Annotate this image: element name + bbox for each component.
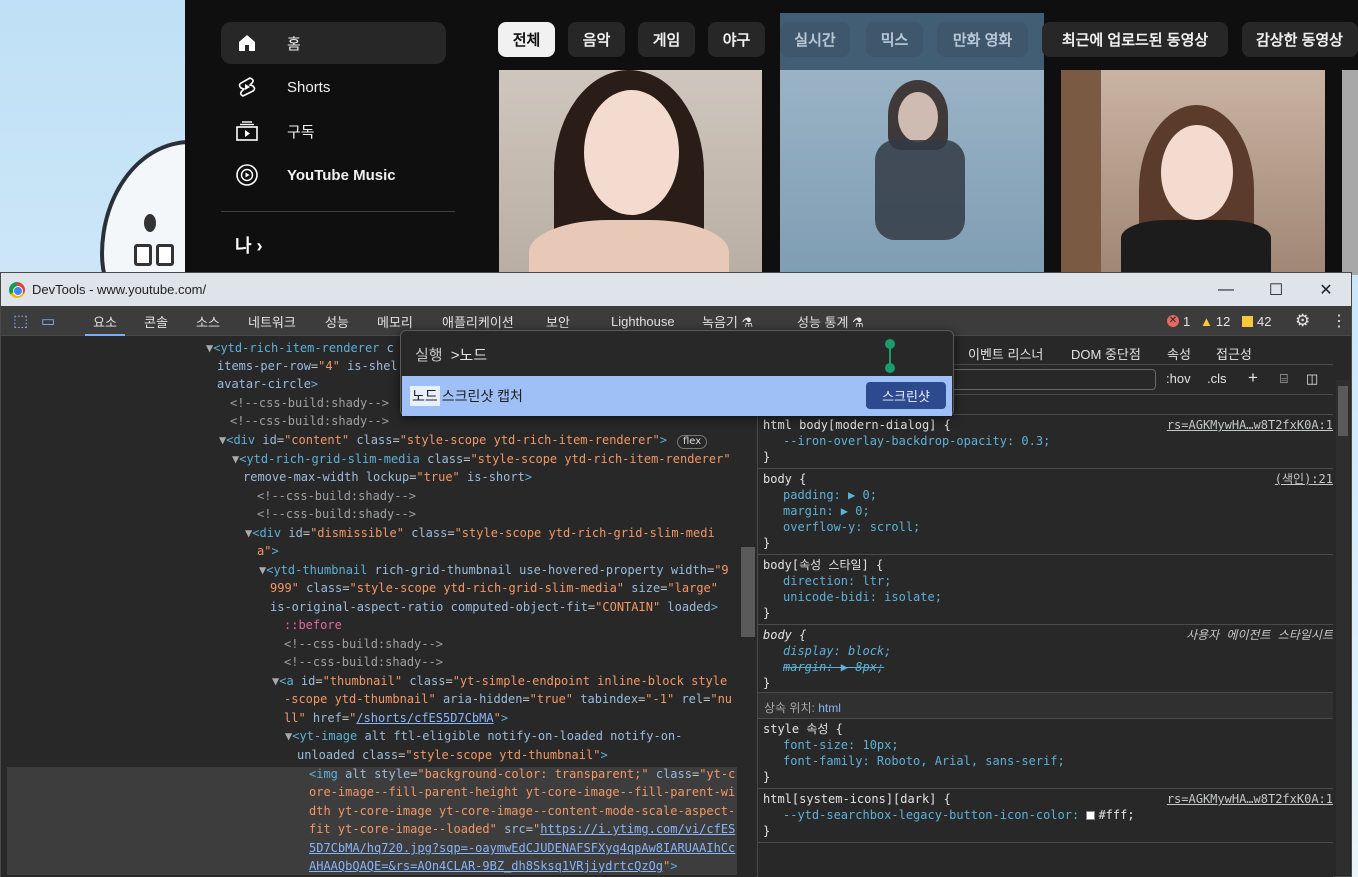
issues-count[interactable]: 42 bbox=[1242, 306, 1271, 336]
style-source-link[interactable]: rs=AGKMywHA…w8T2fxK0A:1 bbox=[1167, 417, 1333, 433]
style-rule[interactable]: body { 사용자 에이전트 스타일시트 display: block; ma… bbox=[758, 625, 1333, 693]
youtube-window: 홈 Shorts 구독 YouTube Music 나 › 전체 음악 게임 야… bbox=[185, 0, 1358, 275]
color-swatch[interactable] bbox=[1086, 811, 1096, 820]
style-rule[interactable]: html body[modern-dialog] { rs=AGKMywHA…w… bbox=[758, 415, 1333, 469]
devtools-titlebar: DevTools - www.youtube.com/ — ☐ ✕ bbox=[1, 273, 1351, 306]
command-item-match: 노드 bbox=[410, 386, 440, 406]
paint-icon[interactable]: ⌸ bbox=[1280, 371, 1288, 387]
chip-animation[interactable]: 만화 영화 bbox=[937, 22, 1028, 57]
style-source-link[interactable]: (색인):21 bbox=[1275, 471, 1333, 487]
chip-baseball[interactable]: 야구 bbox=[708, 22, 765, 57]
issues-icon bbox=[1242, 315, 1253, 327]
device-toolbar-icon[interactable]: ▭ bbox=[41, 306, 55, 336]
chip-live[interactable]: 실시간 bbox=[780, 22, 850, 57]
style-rule[interactable]: html[system-icons][dark] { rs=AGKMywHA…w… bbox=[758, 789, 1333, 843]
sidebar-item-youtube-music[interactable]: YouTube Music bbox=[221, 154, 446, 196]
inherited-from-link[interactable]: html bbox=[818, 701, 841, 715]
sidebar-divider bbox=[221, 211, 455, 212]
command-query: >노드 bbox=[450, 347, 488, 364]
video-thumbnail[interactable] bbox=[1061, 70, 1325, 275]
chip-mix[interactable]: 믹스 bbox=[866, 22, 923, 57]
command-prefix: 실행 bbox=[415, 347, 443, 364]
chip-recently-uploaded[interactable]: 최근에 업로드된 동영상 bbox=[1042, 22, 1228, 57]
chip-watched[interactable]: 감상한 동영상 bbox=[1242, 22, 1358, 57]
inspect-element-icon[interactable]: ⬚ bbox=[13, 306, 28, 336]
screenshot-button[interactable]: 스크린샷 bbox=[866, 382, 946, 409]
tab-console[interactable]: 콘솔 bbox=[144, 306, 168, 336]
command-menu-item[interactable]: 노드 스크린샷 캡처 스크린샷 bbox=[402, 376, 952, 416]
error-icon: ✕ bbox=[1167, 315, 1179, 327]
window-title: DevTools - www.youtube.com/ bbox=[32, 282, 207, 297]
sidebar-item-me[interactable]: 나 › bbox=[235, 232, 263, 258]
sidebar-item-label: 구독 bbox=[287, 123, 315, 141]
sidebar-toggle-icon[interactable]: ◫ bbox=[1306, 371, 1318, 387]
maximize-button[interactable]: ☐ bbox=[1251, 273, 1301, 306]
home-icon bbox=[235, 31, 259, 55]
subscriptions-icon bbox=[235, 119, 259, 143]
minimize-button[interactable]: — bbox=[1201, 273, 1251, 306]
user-agent-stylesheet-label: 사용자 에이전트 스타일시트 bbox=[1186, 628, 1333, 642]
tab-elements[interactable]: 요소 bbox=[85, 306, 125, 336]
new-style-rule-icon[interactable]: + bbox=[1248, 368, 1258, 388]
youtube-music-icon bbox=[235, 163, 259, 187]
video-thumbnail[interactable] bbox=[780, 70, 1044, 275]
hov-toggle[interactable]: :hov bbox=[1166, 371, 1191, 386]
sidebar-item-shorts[interactable]: Shorts bbox=[221, 66, 446, 108]
style-source-link[interactable]: rs=AGKMywHA…w8T2fxK0A:1 bbox=[1167, 791, 1333, 807]
style-rule[interactable]: style 속성 { font-size: 10px; font-family:… bbox=[758, 719, 1333, 789]
styles-scrollbar[interactable] bbox=[1336, 380, 1350, 875]
chip-music[interactable]: 음악 bbox=[568, 22, 625, 57]
flex-badge[interactable]: flex bbox=[677, 435, 708, 449]
command-item-label: 스크린샷 캡처 bbox=[441, 388, 523, 404]
chrome-icon bbox=[9, 281, 25, 298]
chip-all[interactable]: 전체 bbox=[498, 22, 555, 57]
error-count[interactable]: ✕ 1 bbox=[1167, 306, 1190, 336]
chip-games[interactable]: 게임 bbox=[638, 22, 695, 57]
sidebar-item-home[interactable]: 홈 bbox=[221, 22, 446, 64]
warning-count[interactable]: ▲ 12 bbox=[1200, 306, 1230, 336]
sidebar-item-label: 홈 bbox=[287, 35, 301, 53]
tab-sources[interactable]: 소스 bbox=[196, 306, 220, 336]
close-button[interactable]: ✕ bbox=[1301, 273, 1351, 306]
tab-dom-breakpoints[interactable]: DOM 중단점 bbox=[1071, 344, 1141, 363]
sidebar-item-subscriptions[interactable]: 구독 bbox=[221, 110, 446, 152]
warning-icon: ▲ bbox=[1200, 313, 1213, 329]
settings-gear-icon[interactable]: ⚙ bbox=[1295, 306, 1310, 336]
tab-performance[interactable]: 성능 bbox=[325, 306, 349, 336]
shorts-icon bbox=[235, 75, 259, 99]
cls-toggle[interactable]: .cls bbox=[1207, 371, 1227, 386]
inherited-from-header: 상속 위치: html bbox=[758, 693, 1333, 719]
tab-accessibility[interactable]: 접근성 bbox=[1216, 344, 1252, 363]
style-rule[interactable]: body { (색인):21 padding: ▶ 0; margin: ▶ 0… bbox=[758, 469, 1333, 555]
styles-pane: 이벤트 리스너 DOM 중단점 속성 접근성 :hov .cls + ⌸ ◫ }… bbox=[757, 337, 1333, 877]
tab-network[interactable]: 네트워크 bbox=[248, 306, 296, 336]
tab-event-listeners[interactable]: 이벤트 리스너 bbox=[968, 344, 1043, 363]
style-rule[interactable]: body[속성 스타일] { direction: ltr; unicode-b… bbox=[758, 555, 1333, 625]
sidebar-item-label: YouTube Music bbox=[287, 166, 396, 184]
text-cursor bbox=[885, 339, 895, 373]
more-options-icon[interactable]: ⋮ bbox=[1331, 306, 1347, 336]
elements-scrollbar[interactable] bbox=[741, 547, 755, 637]
video-thumbnail[interactable] bbox=[1342, 70, 1358, 275]
command-menu: 실행 >노드 노드 스크린샷 캡처 스크린샷 bbox=[400, 330, 954, 416]
elements-dom-tree[interactable]: ▼<ytd-rich-item-renderer c items-per-row… bbox=[1, 337, 756, 877]
tab-properties[interactable]: 속성 bbox=[1167, 344, 1191, 363]
command-menu-input[interactable]: 실행 >노드 bbox=[415, 344, 487, 365]
sidebar-item-label: Shorts bbox=[287, 78, 331, 96]
video-thumbnail[interactable] bbox=[499, 70, 762, 275]
